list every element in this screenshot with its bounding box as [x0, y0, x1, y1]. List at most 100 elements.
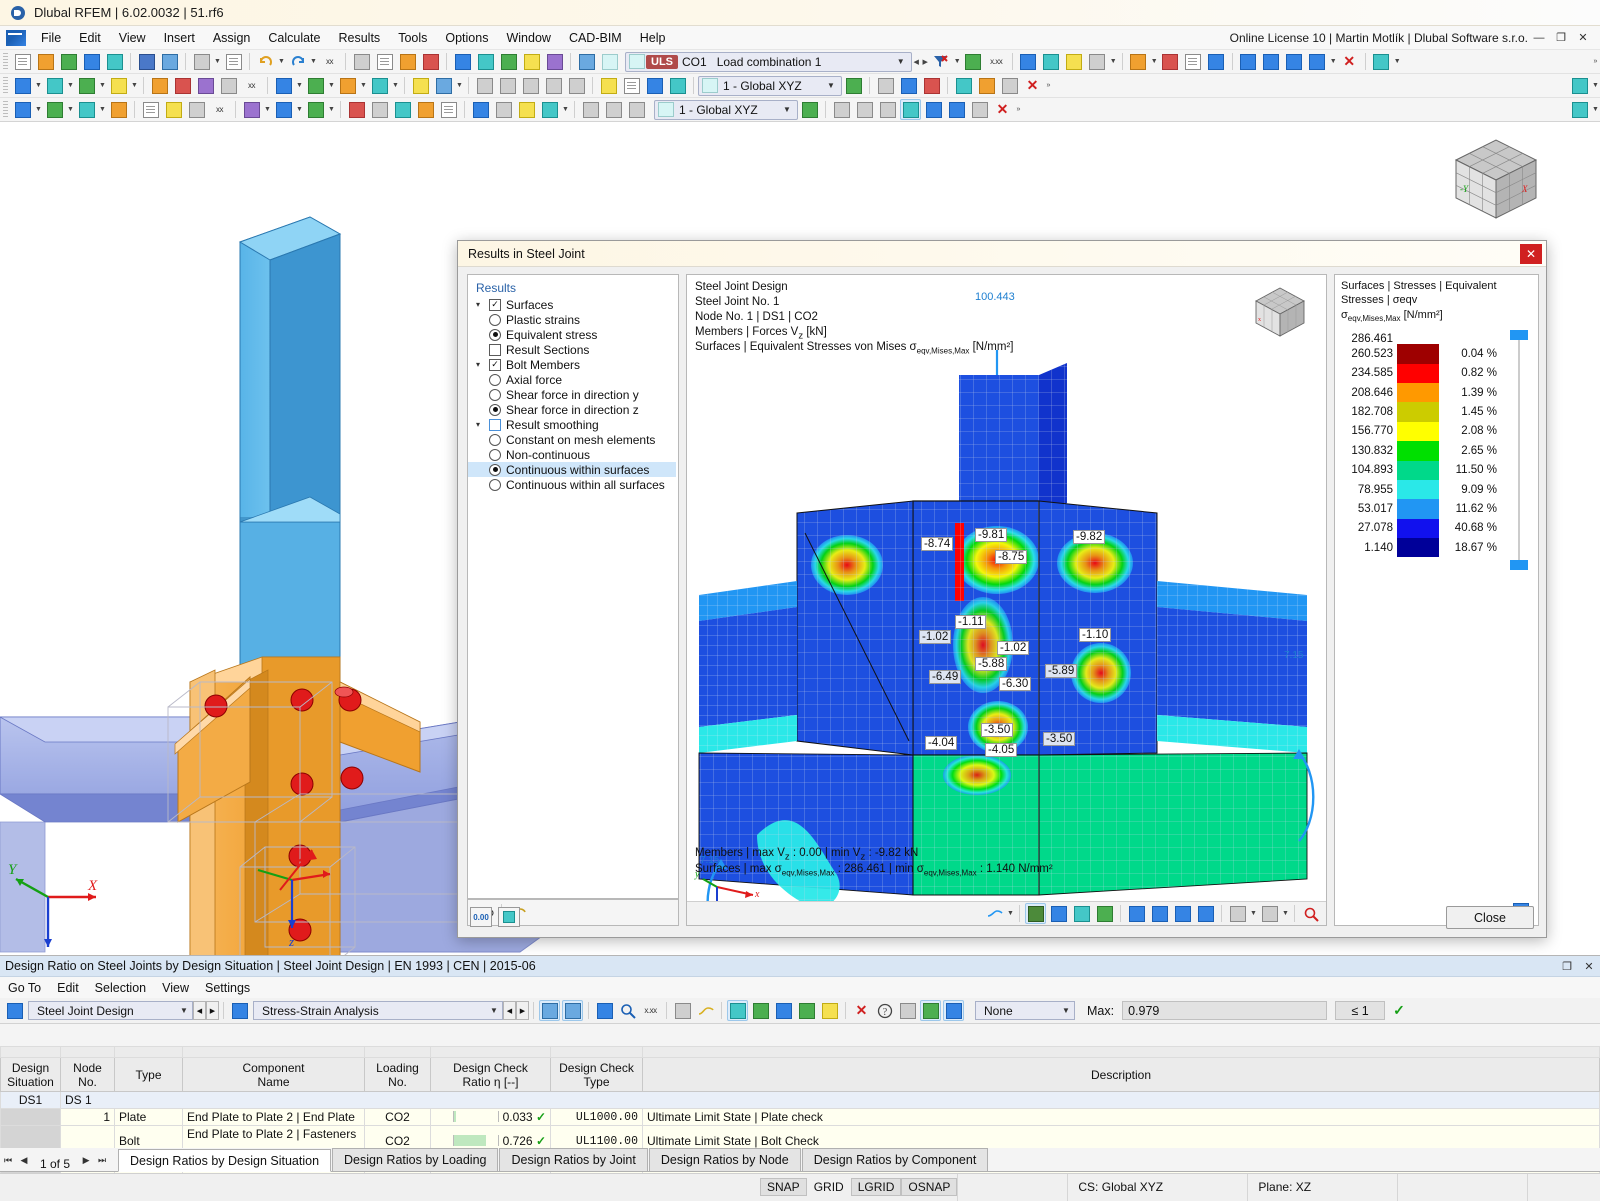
doc-minimize-button[interactable]: — — [1528, 32, 1550, 44]
line-icon[interactable] — [475, 51, 496, 72]
navigator-icon[interactable] — [104, 51, 125, 72]
radio-shear-force-z[interactable] — [489, 403, 501, 416]
tree-node-equivalent-stress[interactable]: Equivalent stress — [468, 327, 678, 342]
array-icon[interactable] — [999, 75, 1020, 96]
solid-icon[interactable] — [544, 51, 565, 72]
sort-icon[interactable] — [897, 1000, 918, 1021]
toolbar-grip[interactable] — [3, 100, 8, 119]
result-xxx-icon[interactable]: x.xx — [986, 51, 1007, 72]
new-surface-icon[interactable] — [108, 75, 129, 96]
delete-row-icon[interactable]: ✕ — [851, 1000, 872, 1021]
legend-slider-track[interactable] — [1518, 340, 1520, 563]
mesh-settings-icon[interactable] — [392, 99, 413, 120]
analysis-prev-button[interactable]: ◀ — [503, 1001, 516, 1020]
analysis-selector-combo[interactable]: Stress-Strain Analysis ▼ — [253, 1001, 503, 1020]
menu-results[interactable]: Results — [330, 28, 390, 48]
material-library-icon[interactable] — [420, 51, 441, 72]
layer-caret-icon[interactable]: ▼ — [295, 99, 304, 120]
concrete-design-icon[interactable] — [493, 99, 514, 120]
filter-dropdown-caret-icon[interactable]: ▼ — [953, 51, 962, 72]
module-next-button[interactable]: ▶ — [206, 1001, 219, 1020]
new-file-icon[interactable] — [12, 51, 33, 72]
results-tree-panel[interactable]: Results ▾ ✓ Surfaces Plastic strains Equ… — [467, 274, 679, 899]
load-combination-selector[interactable]: ULS CO1 Load combination 1 ▼ — [625, 51, 912, 72]
group-caret-icon[interactable]: ▼ — [263, 99, 272, 120]
calculate-icon[interactable] — [346, 99, 367, 120]
chevron-down-icon[interactable]: ▼ — [823, 81, 839, 90]
undo-icon[interactable] — [255, 51, 276, 72]
free-load-icon[interactable] — [369, 75, 390, 96]
filter-results-icon[interactable] — [931, 51, 952, 72]
results-table-icon[interactable] — [438, 99, 459, 120]
cut-icon[interactable] — [186, 99, 207, 120]
prev-page-button[interactable]: ◀ — [16, 1149, 32, 1171]
paste-icon[interactable] — [163, 99, 184, 120]
menu-help[interactable]: Help — [631, 28, 675, 48]
analysis-spinner[interactable]: ◀ ▶ — [503, 1001, 529, 1020]
dock-left-icon[interactable] — [539, 1000, 560, 1021]
view-navigation-cube[interactable]: -Y X — [1438, 130, 1548, 230]
surface-load-icon[interactable] — [337, 75, 358, 96]
mirror-icon[interactable] — [953, 75, 974, 96]
results-in-steel-joint-dialog[interactable]: Results in Steel Joint ✕ Results ▾ ✓ Sur… — [457, 240, 1547, 938]
status-lgrid-button[interactable]: LGRID — [850, 1178, 902, 1196]
steel-joint-caret-icon[interactable]: ▼ — [455, 75, 464, 96]
window-layout-icon[interactable] — [1569, 75, 1590, 96]
design-ratio-table[interactable]: Design Situation Node No. Type Component… — [0, 1046, 1600, 1174]
doc-restore-button[interactable]: ❐ — [1550, 31, 1572, 44]
node-icon[interactable] — [452, 51, 473, 72]
radio-continuous-within-surfaces[interactable] — [489, 463, 501, 476]
help-panel-icon[interactable] — [1569, 99, 1590, 120]
new-member-icon[interactable] — [76, 75, 97, 96]
tree-node-plastic-strains[interactable]: Plastic strains — [468, 312, 678, 327]
view-perspective-icon[interactable] — [566, 75, 587, 96]
tree-node-continuous-within-all-surfaces[interactable]: Continuous within all surfaces — [468, 477, 678, 492]
tree-node-surfaces[interactable]: ▾ ✓ Surfaces — [468, 297, 678, 312]
design-x-icon[interactable] — [1238, 51, 1259, 72]
chevron-down-icon[interactable]: ▾ — [476, 300, 489, 309]
model-tree-icon[interactable] — [81, 51, 102, 72]
header-design-situation[interactable]: Design Situation — [0, 1057, 61, 1092]
refresh-icon[interactable] — [58, 51, 79, 72]
dimension-icon[interactable] — [598, 75, 619, 96]
tab-design-ratios-by-component[interactable]: Design Ratios by Component — [801, 1148, 989, 1171]
chevron-down-icon[interactable]: ▼ — [486, 1006, 502, 1015]
table-export-icon[interactable] — [727, 1000, 748, 1021]
chevron-down-icon[interactable]: ▼ — [1058, 1006, 1074, 1015]
visibility-icon[interactable] — [305, 99, 326, 120]
print-dropdown-caret-icon[interactable]: ▼ — [213, 51, 222, 72]
header-component-name[interactable]: Component Name — [182, 1057, 365, 1092]
help-panel-caret-icon[interactable]: ▼ — [1591, 99, 1600, 120]
radio-plastic-strains[interactable] — [489, 313, 501, 326]
section-library-icon[interactable] — [397, 51, 418, 72]
find-icon[interactable] — [617, 1000, 638, 1021]
design-z-icon[interactable] — [1284, 51, 1305, 72]
filter-combo[interactable]: None ▼ — [975, 1001, 1075, 1020]
tree-node-non-continuous[interactable]: Non-continuous — [468, 447, 678, 462]
result-diagram-icon[interactable] — [1041, 51, 1062, 72]
polar-toggle-icon[interactable] — [626, 99, 647, 120]
legend-slider-bottom-handle[interactable] — [1510, 560, 1528, 571]
view-delete-icon[interactable]: ✕ — [992, 99, 1013, 120]
save-as-icon[interactable] — [159, 51, 180, 72]
design-caret-icon[interactable]: ▼ — [1329, 51, 1338, 72]
design-y-icon[interactable] — [1261, 51, 1282, 72]
new-node-icon[interactable] — [12, 75, 33, 96]
tool-arc-caret-icon[interactable]: ▼ — [98, 99, 107, 120]
new-node-caret-icon[interactable]: ▼ — [34, 75, 43, 96]
toolbar2-overflow-button[interactable]: » — [1044, 75, 1053, 96]
solver-icon[interactable] — [415, 99, 436, 120]
export-table-button[interactable] — [498, 907, 520, 927]
table-layout-icon[interactable] — [672, 1000, 693, 1021]
new-line-caret-icon[interactable]: ▼ — [66, 75, 75, 96]
table-view-icon[interactable] — [351, 51, 372, 72]
copy-icon[interactable] — [140, 99, 161, 120]
settings-icon[interactable] — [1371, 51, 1392, 72]
header-loading-no[interactable]: Loading No. — [364, 1057, 431, 1092]
redo-icon[interactable] — [287, 51, 308, 72]
timber-design-icon[interactable] — [516, 99, 537, 120]
menu-cad-bim[interactable]: CAD-BIM — [560, 28, 631, 48]
menu-window[interactable]: Window — [497, 28, 559, 48]
release-icon[interactable]: xx — [241, 75, 262, 96]
stress-legend-panel[interactable]: Surfaces | Stresses | Equivalent Stresse… — [1334, 274, 1539, 926]
